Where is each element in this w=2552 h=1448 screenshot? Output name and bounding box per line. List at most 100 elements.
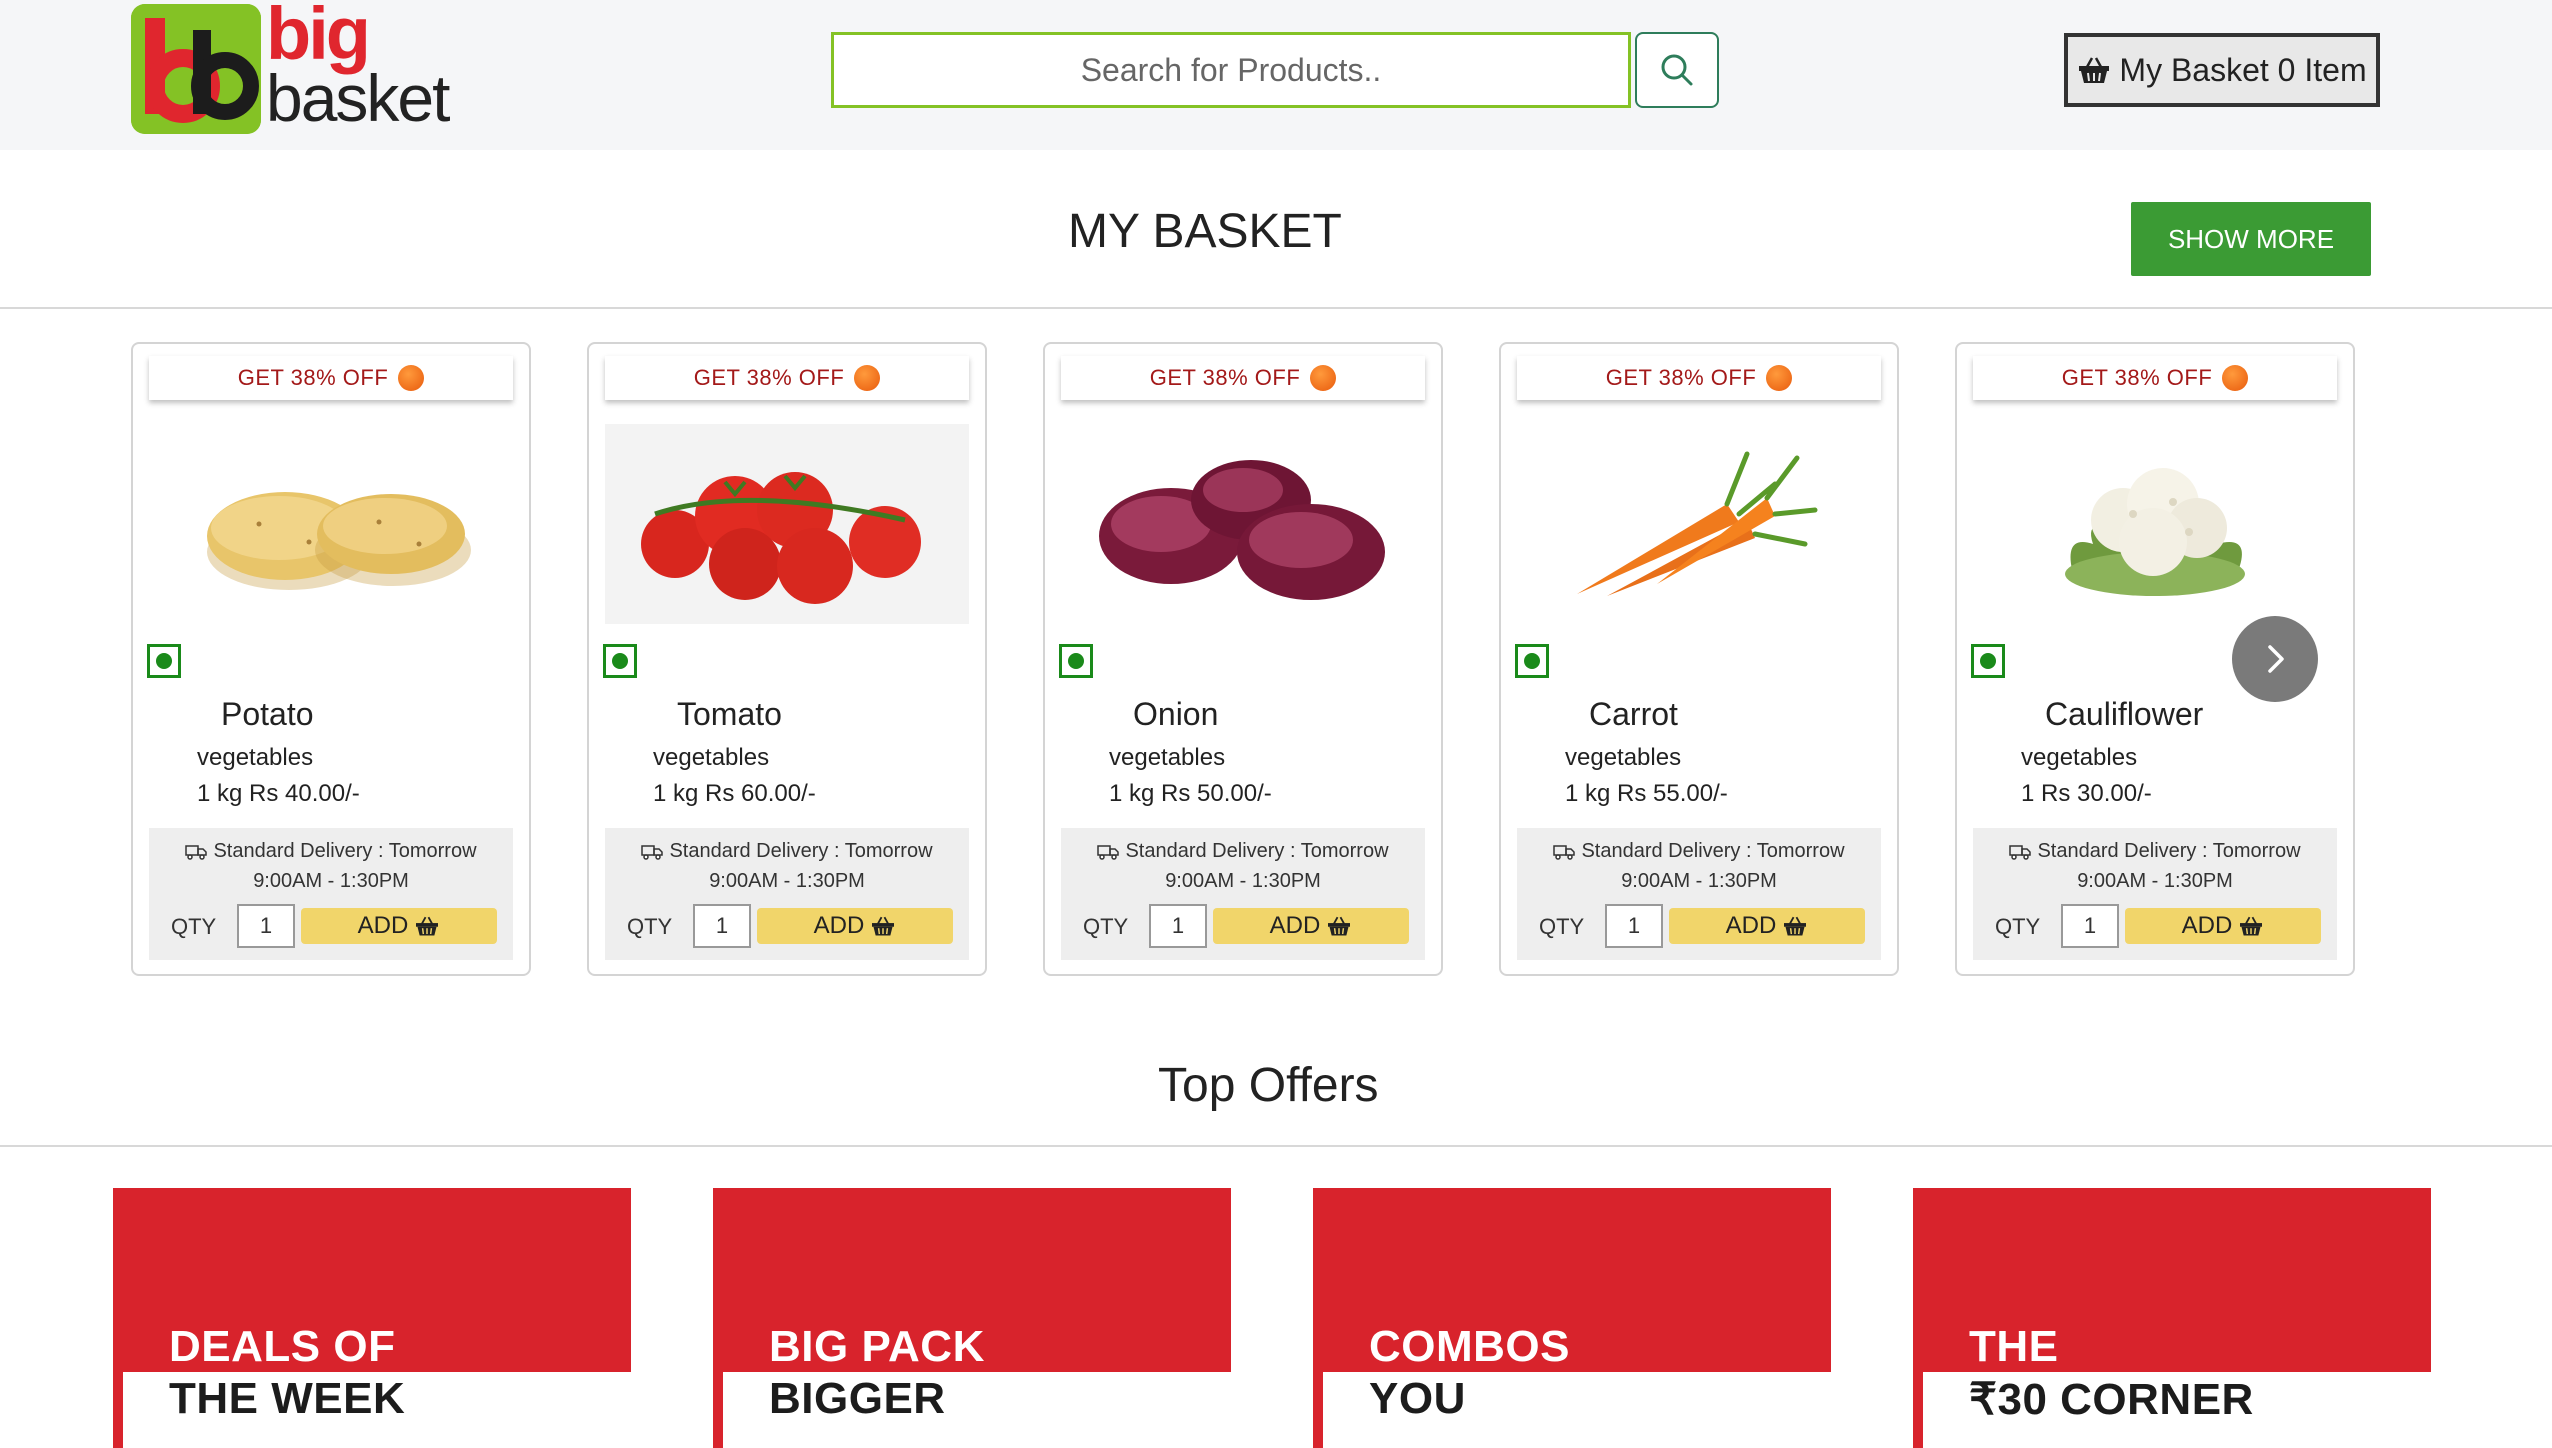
offer-tile-line1: DEALS OF: [169, 1322, 396, 1371]
add-to-basket-button[interactable]: ADD: [301, 908, 497, 944]
offer-text: GET 38% OFF: [237, 365, 389, 390]
delivery-info: Standard Delivery : Tomorrow: [149, 840, 513, 863]
delivery-panel: Standard Delivery : Tomorrow 9:00AM - 1:…: [1061, 828, 1425, 960]
section-divider: [0, 307, 2552, 309]
qty-label: QTY: [1083, 914, 1129, 939]
add-to-basket-button[interactable]: ADD: [2125, 908, 2321, 944]
delivery-panel: Standard Delivery : Tomorrow 9:00AM - 1:…: [605, 828, 969, 960]
product-name[interactable]: Potato: [221, 696, 314, 733]
product-category: vegetables: [2021, 744, 2138, 771]
offer-badge: GET 38% OFF: [1973, 356, 2337, 400]
onion-image[interactable]: [1061, 424, 1425, 624]
veg-indicator-icon: [1971, 644, 2005, 678]
product-category: vegetables: [653, 744, 770, 771]
carrot-image[interactable]: [1517, 424, 1881, 624]
offer-tile-big-pack-bigger[interactable]: BIG PACK BIGGER: [713, 1188, 1231, 1448]
qty-label: QTY: [627, 914, 673, 939]
offer-text: GET 38% OFF: [1149, 365, 1301, 390]
delivery-text: Standard Delivery : Tomorrow: [669, 840, 933, 862]
qty-input[interactable]: 1: [1149, 904, 1207, 948]
offer-tile-line2: YOU: [1369, 1374, 1466, 1423]
site-header: big basket My Basket 0 Item: [0, 0, 2552, 150]
my-basket-button[interactable]: My Basket 0 Item: [2064, 33, 2380, 107]
logo-text-basket: basket: [266, 61, 450, 135]
product-category: vegetables: [1565, 744, 1682, 771]
offer-tile-line1: THE: [1969, 1322, 2059, 1371]
cauliflower-image[interactable]: [1973, 424, 2337, 624]
offer-tile-line2: BIGGER: [769, 1374, 946, 1423]
add-label: ADD: [1725, 912, 1777, 939]
product-card-carrot[interactable]: GET 38% OFF Carrot vegetables 1 kg Rs 55…: [1499, 342, 1899, 976]
veg-indicator-icon: [147, 644, 181, 678]
qty-input[interactable]: 1: [1605, 904, 1663, 948]
product-card-potato[interactable]: GET 38% OFF Potato vegetables 1 kg Rs 40…: [131, 342, 531, 976]
product-name[interactable]: Tomato: [677, 696, 782, 733]
offer-tile-deals-of-the-week[interactable]: DEALS OF THE WEEK: [113, 1188, 631, 1448]
qty-input[interactable]: 1: [2061, 904, 2119, 948]
offer-dot-icon: [398, 365, 425, 391]
delivery-text: Standard Delivery : Tomorrow: [1125, 840, 1389, 862]
add-label: ADD: [357, 912, 409, 939]
add-to-basket-button[interactable]: ADD: [757, 908, 953, 944]
delivery-panel: Standard Delivery : Tomorrow 9:00AM - 1:…: [1517, 828, 1881, 960]
top-offers-title: Top Offers: [1158, 1059, 1379, 1112]
basket-icon: [1784, 916, 1807, 936]
delivery-text: Standard Delivery : Tomorrow: [213, 840, 477, 862]
offer-tile-line1: COMBOS: [1369, 1322, 1570, 1371]
qty-input[interactable]: 1: [693, 904, 751, 948]
product-price: 1 Rs 30.00/-: [2021, 780, 2152, 807]
delivery-slot: 9:00AM - 1:30PM: [1621, 870, 1777, 892]
offer-badge: GET 38% OFF: [1517, 356, 1881, 400]
product-card-onion[interactable]: GET 38% OFF Onion vegetables 1 kg Rs 50.…: [1043, 342, 1443, 976]
basket-icon: [2079, 57, 2110, 83]
search-icon: [1661, 54, 1693, 86]
search-input[interactable]: [834, 35, 1628, 105]
product-price: 1 kg Rs 60.00/-: [653, 780, 816, 807]
truck-icon: [1097, 844, 1120, 860]
show-more-button[interactable]: SHOW MORE: [2131, 202, 2371, 276]
add-to-basket-button[interactable]: ADD: [1669, 908, 1865, 944]
delivery-slot: 9:00AM - 1:30PM: [2077, 870, 2233, 892]
offer-tile-combos-you[interactable]: COMBOS YOU: [1313, 1188, 1831, 1448]
product-price: 1 kg Rs 50.00/-: [1109, 780, 1272, 807]
carousel-next-button[interactable]: [2232, 616, 2318, 702]
offer-text: GET 38% OFF: [1605, 365, 1757, 390]
product-name[interactable]: Cauliflower: [2045, 696, 2203, 733]
veg-indicator-icon: [1515, 644, 1549, 678]
potato-image[interactable]: [149, 424, 513, 624]
basket-icon: [872, 916, 895, 936]
basket-icon: [1328, 916, 1351, 936]
chevron-right-icon: [2268, 645, 2284, 673]
offer-text: GET 38% OFF: [693, 365, 845, 390]
product-name[interactable]: Carrot: [1589, 696, 1678, 733]
add-to-basket-button[interactable]: ADD: [1213, 908, 1409, 944]
product-category: vegetables: [1109, 744, 1226, 771]
truck-icon: [1553, 844, 1576, 860]
delivery-slot: 9:00AM - 1:30PM: [709, 870, 865, 892]
basket-label: My Basket 0 Item: [2119, 51, 2367, 88]
search-button[interactable]: [1635, 32, 1719, 108]
offer-tile-30-corner[interactable]: THE ₹30 CORNER: [1913, 1188, 2431, 1448]
offer-dot-icon: [1310, 365, 1337, 391]
my-basket-title: MY BASKET: [1068, 205, 1342, 258]
delivery-text: Standard Delivery : Tomorrow: [1581, 840, 1845, 862]
delivery-info: Standard Delivery : Tomorrow: [1517, 840, 1881, 863]
offer-tile-line2: THE WEEK: [169, 1374, 406, 1423]
qty-input[interactable]: 1: [237, 904, 295, 948]
add-label: ADD: [2181, 912, 2233, 939]
delivery-panel: Standard Delivery : Tomorrow 9:00AM - 1:…: [1973, 828, 2337, 960]
product-card-tomato[interactable]: GET 38% OFF Tomato vegetables 1 kg Rs 60…: [587, 342, 987, 976]
product-price: 1 kg Rs 40.00/-: [197, 780, 360, 807]
add-label: ADD: [1269, 912, 1321, 939]
qty-label: QTY: [171, 914, 217, 939]
tomato-image[interactable]: [605, 424, 969, 624]
basket-icon: [416, 916, 439, 936]
offer-badge: GET 38% OFF: [1061, 356, 1425, 400]
truck-icon: [185, 844, 208, 860]
delivery-info: Standard Delivery : Tomorrow: [605, 840, 969, 863]
offer-tile-line2: ₹30 CORNER: [1969, 1375, 2254, 1424]
section-divider: [0, 1145, 2552, 1147]
product-name[interactable]: Onion: [1133, 696, 1218, 733]
delivery-slot: 9:00AM - 1:30PM: [1165, 870, 1321, 892]
bigbasket-logo[interactable]: big basket: [131, 0, 461, 136]
